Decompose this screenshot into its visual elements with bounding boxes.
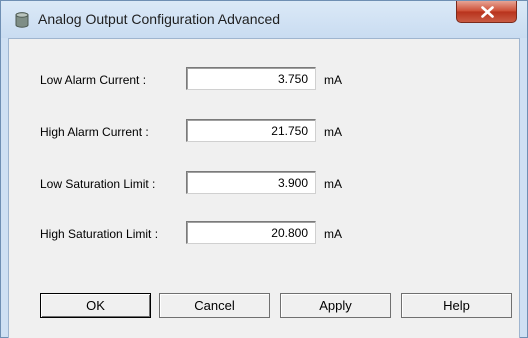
close-button[interactable] xyxy=(456,1,517,23)
cancel-button[interactable]: Cancel xyxy=(159,293,270,318)
dialog-body: Low Alarm Current : mA High Alarm Curren… xyxy=(8,38,520,338)
high-saturation-limit-unit: mA xyxy=(324,227,342,241)
low-alarm-current-label: Low Alarm Current : xyxy=(40,73,147,87)
dialog-window: Analog Output Configuration Advanced Low… xyxy=(0,0,528,338)
low-alarm-current-unit: mA xyxy=(324,73,342,87)
low-saturation-limit-label: Low Saturation Limit : xyxy=(40,177,156,191)
low-alarm-current-field[interactable] xyxy=(186,67,316,90)
low-saturation-limit-field[interactable] xyxy=(186,171,316,194)
low-saturation-limit-unit: mA xyxy=(324,177,342,191)
title-bar[interactable]: Analog Output Configuration Advanced xyxy=(1,1,527,38)
high-saturation-limit-field[interactable] xyxy=(186,221,316,244)
high-alarm-current-field[interactable] xyxy=(186,119,316,142)
close-x-icon xyxy=(481,6,494,18)
help-button[interactable]: Help xyxy=(401,293,512,318)
high-saturation-limit-label: High Saturation Limit : xyxy=(40,227,159,241)
cylinder-icon xyxy=(13,11,31,29)
apply-button[interactable]: Apply xyxy=(280,293,391,318)
ok-button[interactable]: OK xyxy=(40,293,151,318)
high-alarm-current-unit: mA xyxy=(324,125,342,139)
window-title: Analog Output Configuration Advanced xyxy=(38,11,281,27)
high-alarm-current-label: High Alarm Current : xyxy=(40,125,149,139)
